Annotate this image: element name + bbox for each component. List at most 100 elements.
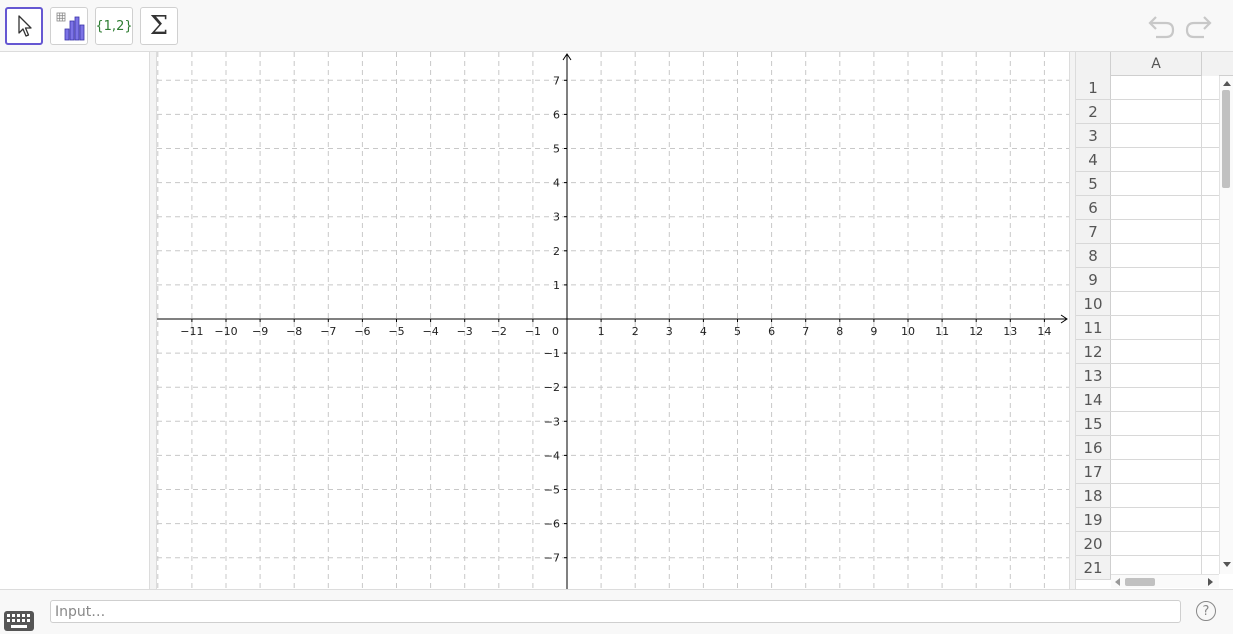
vertical-scrollbar[interactable] bbox=[1219, 76, 1233, 574]
spreadsheet-cell[interactable] bbox=[1111, 172, 1202, 195]
axes bbox=[157, 53, 1068, 589]
spreadsheet-row: 13 bbox=[1076, 364, 1219, 388]
move-tool-button[interactable] bbox=[5, 7, 43, 45]
spreadsheet-cell[interactable] bbox=[1111, 316, 1202, 339]
spreadsheet-row: 3 bbox=[1076, 124, 1219, 148]
x-tick-label: 8 bbox=[836, 325, 843, 338]
spreadsheet-row: 14 bbox=[1076, 388, 1219, 412]
undo-button[interactable] bbox=[1146, 12, 1176, 42]
undo-icon bbox=[1148, 16, 1175, 39]
spreadsheet-row: 6 bbox=[1076, 196, 1219, 220]
vertical-scroll-thumb[interactable] bbox=[1222, 90, 1230, 188]
row-header[interactable]: 6 bbox=[1076, 196, 1111, 219]
row-header[interactable]: 14 bbox=[1076, 388, 1111, 411]
y-tick-label: −5 bbox=[544, 484, 560, 497]
spreadsheet-cell[interactable] bbox=[1111, 292, 1202, 315]
spreadsheet-cell[interactable] bbox=[1111, 532, 1202, 555]
spreadsheet-row: 4 bbox=[1076, 148, 1219, 172]
spreadsheet-row: 16 bbox=[1076, 436, 1219, 460]
one-variable-analysis-tool-button[interactable] bbox=[50, 7, 88, 45]
spreadsheet-cell[interactable] bbox=[1111, 268, 1202, 291]
spreadsheet-cell[interactable] bbox=[1111, 388, 1202, 411]
row-header[interactable]: 19 bbox=[1076, 508, 1111, 531]
horizontal-scrollbar[interactable] bbox=[1111, 574, 1219, 588]
spreadsheet-cell[interactable] bbox=[1111, 124, 1202, 147]
scroll-up-icon[interactable] bbox=[1223, 81, 1231, 86]
spreadsheet-cell[interactable] bbox=[1111, 508, 1202, 531]
spreadsheet-cell[interactable] bbox=[1111, 340, 1202, 363]
row-header[interactable]: 1 bbox=[1076, 76, 1111, 99]
spreadsheet-header: A bbox=[1076, 52, 1233, 76]
pointer-arrow-icon bbox=[18, 15, 32, 37]
list-braces-icon: {1,2} bbox=[95, 18, 133, 34]
row-header[interactable]: 10 bbox=[1076, 292, 1111, 315]
row-header[interactable]: 18 bbox=[1076, 484, 1111, 507]
view-divider[interactable] bbox=[150, 52, 157, 589]
spreadsheet-cell[interactable] bbox=[1111, 436, 1202, 459]
x-tick-label: −9 bbox=[252, 325, 268, 338]
row-header[interactable]: 9 bbox=[1076, 268, 1111, 291]
y-tick-label: 2 bbox=[553, 245, 560, 258]
column-header-a[interactable]: A bbox=[1111, 52, 1202, 76]
sum-tool-button[interactable]: Σ bbox=[140, 7, 178, 45]
x-tick-label: −6 bbox=[354, 325, 370, 338]
redo-button[interactable] bbox=[1184, 12, 1214, 42]
row-header[interactable]: 12 bbox=[1076, 340, 1111, 363]
coordinate-plane[interactable]: −11 −10 −9 −8 −7 −6 −5 −4 −3 −2 −1 1 2 3 4 5 6 7 8 9 10 11 12 1… bbox=[157, 52, 1069, 589]
row-header[interactable]: 21 bbox=[1076, 556, 1111, 579]
y-tick-label: −7 bbox=[544, 552, 560, 565]
row-header[interactable]: 4 bbox=[1076, 148, 1111, 171]
x-tick-label: −11 bbox=[180, 325, 203, 338]
spreadsheet-cell[interactable] bbox=[1111, 244, 1202, 267]
x-tick-label: −4 bbox=[422, 325, 438, 338]
y-tick-label: 6 bbox=[553, 108, 560, 121]
redo-icon bbox=[1185, 16, 1212, 39]
spreadsheet-cell[interactable] bbox=[1111, 484, 1202, 507]
algebra-input-field[interactable] bbox=[50, 600, 1181, 623]
help-button[interactable]: ? bbox=[1196, 601, 1216, 621]
x-tick-label: −2 bbox=[491, 325, 507, 338]
spreadsheet-cell[interactable] bbox=[1111, 364, 1202, 387]
row-header[interactable]: 15 bbox=[1076, 412, 1111, 435]
column-header-next[interactable] bbox=[1202, 52, 1219, 76]
spreadsheet-cell[interactable] bbox=[1111, 460, 1202, 483]
scroll-down-icon[interactable] bbox=[1223, 562, 1231, 567]
spreadsheet-view[interactable]: A 1 2 3 4 5 6 7 8 9 10 11 12 13 14 15 16 17 18 19 20 21 bbox=[1076, 52, 1233, 589]
x-tick-label: 12 bbox=[969, 325, 983, 338]
row-header[interactable]: 5 bbox=[1076, 172, 1111, 195]
graphics-view[interactable]: −11 −10 −9 −8 −7 −6 −5 −4 −3 −2 −1 1 2 3 4 5 6 7 8 9 10 11 12 1… bbox=[157, 52, 1069, 589]
row-header[interactable]: 17 bbox=[1076, 460, 1111, 483]
spreadsheet-cell[interactable] bbox=[1111, 220, 1202, 243]
spreadsheet-row: 2 bbox=[1076, 100, 1219, 124]
row-header[interactable]: 3 bbox=[1076, 124, 1111, 147]
row-header[interactable]: 7 bbox=[1076, 220, 1111, 243]
row-header[interactable]: 11 bbox=[1076, 316, 1111, 339]
spreadsheet-rows: 1 2 3 4 5 6 7 8 9 10 11 12 13 14 15 16 17 18 19 20 21 bbox=[1076, 76, 1219, 580]
create-list-tool-button[interactable]: {1,2} bbox=[95, 7, 133, 45]
x-tick-label: −8 bbox=[286, 325, 302, 338]
view-divider-right[interactable] bbox=[1069, 52, 1076, 589]
spreadsheet-cell[interactable] bbox=[1111, 100, 1202, 123]
spreadsheet-corner[interactable] bbox=[1076, 52, 1111, 76]
spreadsheet-cell[interactable] bbox=[1111, 148, 1202, 171]
row-header[interactable]: 13 bbox=[1076, 364, 1111, 387]
horizontal-scroll-thumb[interactable] bbox=[1125, 578, 1155, 586]
row-header[interactable]: 8 bbox=[1076, 244, 1111, 267]
scroll-right-icon[interactable] bbox=[1208, 578, 1213, 586]
scroll-left-icon[interactable] bbox=[1115, 578, 1120, 586]
row-header[interactable]: 20 bbox=[1076, 532, 1111, 555]
keyboard-button[interactable] bbox=[4, 611, 34, 631]
x-tick-label: 6 bbox=[768, 325, 775, 338]
row-header[interactable]: 16 bbox=[1076, 436, 1111, 459]
spreadsheet-cell[interactable] bbox=[1111, 76, 1202, 99]
spreadsheet-row: 7 bbox=[1076, 220, 1219, 244]
x-tick-label: 7 bbox=[802, 325, 809, 338]
algebra-view[interactable] bbox=[0, 52, 150, 589]
spreadsheet-row: 17 bbox=[1076, 460, 1219, 484]
spreadsheet-row: 5 bbox=[1076, 172, 1219, 196]
spreadsheet-row: 15 bbox=[1076, 412, 1219, 436]
toolbar: {1,2} Σ bbox=[0, 0, 1233, 52]
spreadsheet-cell[interactable] bbox=[1111, 196, 1202, 219]
spreadsheet-cell[interactable] bbox=[1111, 412, 1202, 435]
row-header[interactable]: 2 bbox=[1076, 100, 1111, 123]
